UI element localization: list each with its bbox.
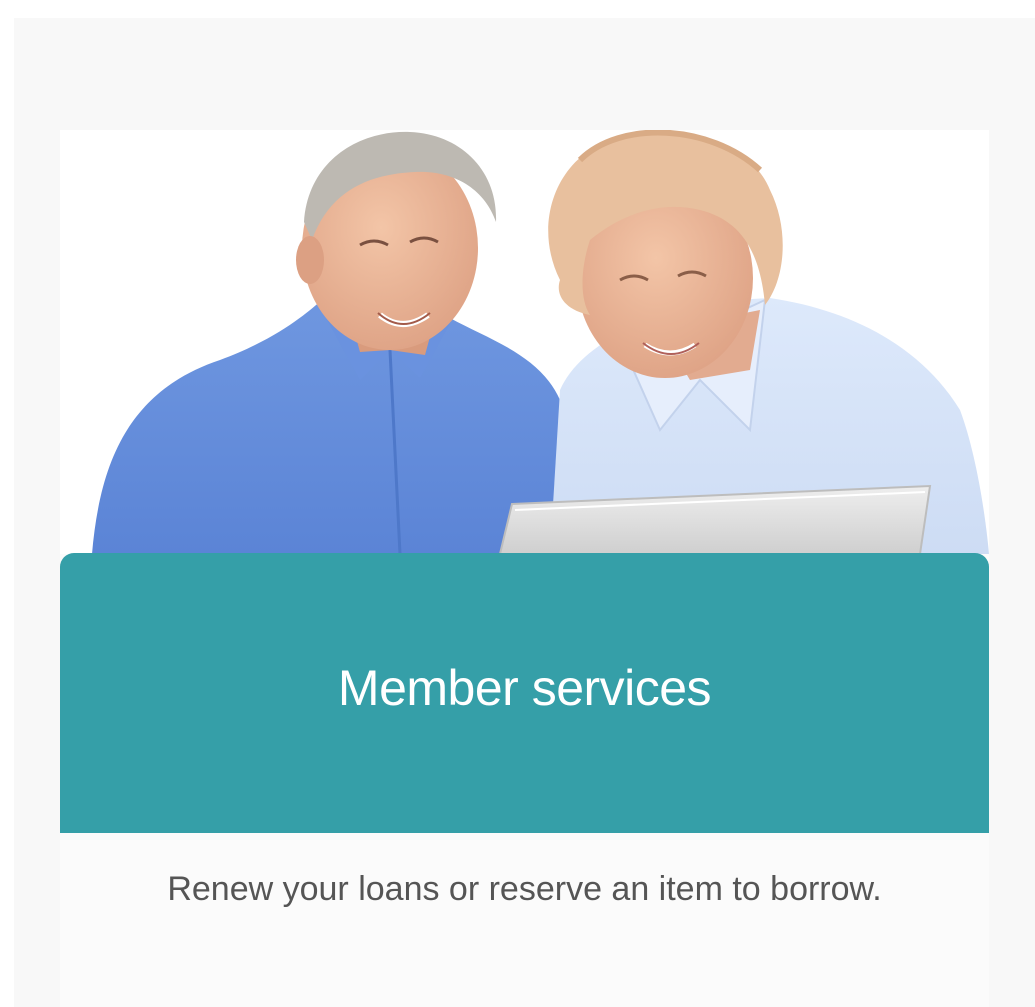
card-description: Renew your loans or reserve an item to b…	[167, 870, 882, 908]
page-background: Member services Renew your loans or rese…	[14, 18, 1035, 1007]
card-title[interactable]: Member services	[338, 659, 712, 717]
card-photo[interactable]	[60, 130, 989, 554]
seniors-laptop-photo	[92, 130, 989, 554]
member-services-card[interactable]: Member services Renew your loans or rese…	[60, 130, 989, 1007]
card-title-banner[interactable]: Member services	[60, 553, 989, 833]
